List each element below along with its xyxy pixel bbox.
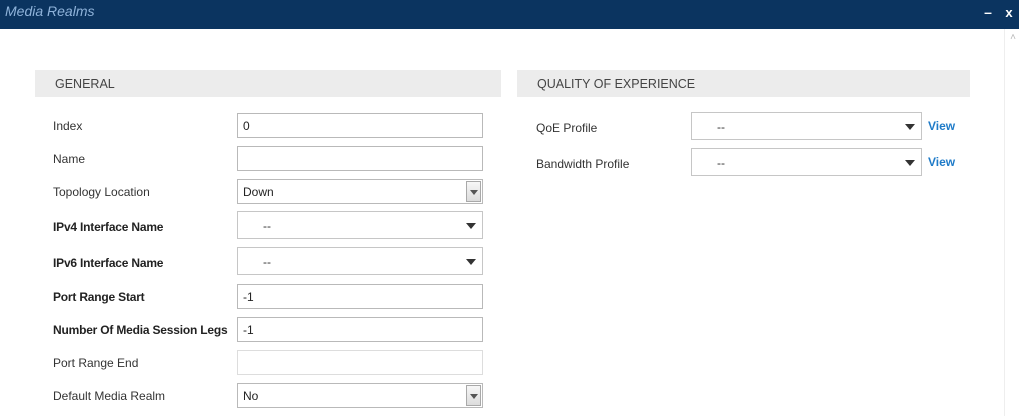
minimize-button[interactable]: –: [980, 4, 996, 22]
ipv6-interface-name-select[interactable]: --: [237, 247, 483, 275]
port-range-end-label: Port Range End: [53, 356, 139, 370]
port-range-start-input[interactable]: -1: [237, 284, 483, 309]
number-of-media-session-legs-label: Number Of Media Session Legs: [53, 323, 228, 337]
caret-down-icon: [905, 160, 915, 166]
qoe-profile-label: QoE Profile: [536, 121, 598, 135]
qoe-profile-value: --: [717, 120, 725, 134]
window-title: Media Realms: [5, 3, 95, 19]
bandwidth-profile-label: Bandwidth Profile: [536, 157, 630, 171]
chevron-down-icon[interactable]: [466, 385, 481, 406]
index-label: Index: [53, 119, 83, 133]
title-bar: Media Realms – x: [0, 0, 1019, 29]
port-range-start-label: Port Range Start: [53, 290, 145, 304]
topology-location-label: Topology Location: [53, 185, 150, 199]
number-of-media-session-legs-input[interactable]: -1: [237, 317, 483, 342]
vertical-scrollbar[interactable]: ˄: [1004, 29, 1019, 416]
ipv6-interface-name-label: IPv6 Interface Name: [53, 256, 164, 270]
port-range-end-input: [237, 350, 483, 375]
caret-down-icon: [466, 259, 476, 265]
chevron-down-icon[interactable]: [466, 181, 481, 202]
bandwidth-profile-value: --: [717, 156, 725, 170]
ipv4-interface-name-value: --: [263, 219, 271, 233]
close-button[interactable]: x: [1001, 5, 1017, 23]
topology-location-select[interactable]: Down: [237, 179, 483, 204]
name-label: Name: [53, 152, 86, 166]
scroll-up-icon[interactable]: ˄: [1008, 33, 1018, 43]
qoe-profile-select[interactable]: --: [691, 112, 922, 140]
general-section-header: GENERAL: [35, 70, 501, 97]
ipv4-interface-name-select[interactable]: --: [237, 211, 483, 239]
bandwidth-profile-view-link[interactable]: View: [928, 155, 955, 169]
default-media-realm-label: Default Media Realm: [53, 389, 166, 403]
ipv6-interface-name-value: --: [263, 255, 271, 269]
qoe-profile-view-link[interactable]: View: [928, 119, 955, 133]
qoe-section-header: QUALITY OF EXPERIENCE: [517, 70, 970, 97]
caret-down-icon: [905, 124, 915, 130]
topology-location-value: Down: [243, 185, 274, 199]
default-media-realm-value: No: [243, 389, 259, 403]
ipv4-interface-name-label: IPv4 Interface Name: [53, 220, 164, 234]
bandwidth-profile-select[interactable]: --: [691, 148, 922, 176]
index-input[interactable]: 0: [237, 113, 483, 138]
name-input[interactable]: [237, 146, 483, 171]
default-media-realm-select[interactable]: No: [237, 383, 483, 408]
caret-down-icon: [466, 223, 476, 229]
